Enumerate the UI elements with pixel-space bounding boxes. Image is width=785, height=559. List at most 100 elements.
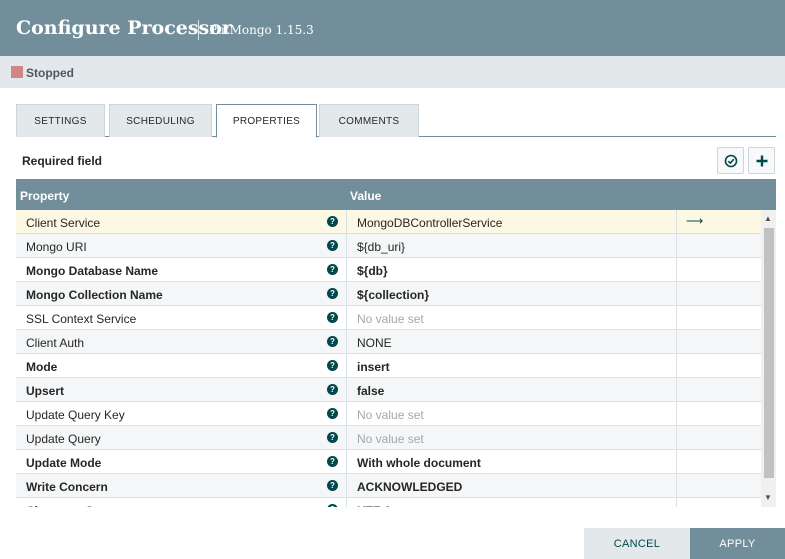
cell-divider: [346, 498, 347, 507]
cancel-button[interactable]: CANCEL: [584, 528, 690, 559]
goto-arrow-icon[interactable]: ⟶: [686, 214, 703, 228]
property-name: Update Query Key: [26, 408, 125, 422]
table-body: Client Service? MongoDBControllerService ⟶…: [16, 210, 761, 507]
cell-divider: [346, 234, 347, 258]
processor-type: PutMongo 1.15.3: [209, 23, 314, 37]
cell-divider: [346, 426, 347, 450]
cell-divider: [346, 330, 347, 354]
cell-divider: [676, 282, 677, 306]
table-row[interactable]: Update Query Key? No value set: [16, 402, 761, 426]
plus-icon: [756, 155, 767, 166]
property-value[interactable]: No value set: [357, 408, 424, 422]
table-row[interactable]: Write Concern? ACKNOWLEDGED: [16, 474, 761, 498]
column-header-value[interactable]: Value: [350, 189, 381, 203]
cell-divider: [676, 306, 677, 330]
property-value[interactable]: ${db}: [357, 264, 388, 278]
cell-divider: [676, 210, 677, 234]
tab-comments[interactable]: COMMENTS: [319, 104, 419, 137]
property-name: Mongo Collection Name: [26, 288, 163, 302]
help-icon[interactable]: ?: [327, 456, 338, 467]
property-name: Client Auth: [26, 336, 85, 350]
cell-divider: [676, 402, 677, 426]
property-name: Mongo Database Name: [26, 264, 159, 278]
help-icon[interactable]: ?: [327, 432, 338, 443]
table-row[interactable]: Client Service? MongoDBControllerService ⟶: [16, 210, 761, 234]
tab-settings[interactable]: SETTINGS: [16, 104, 105, 137]
status-bar: Stopped: [0, 56, 785, 88]
title-separator: [198, 20, 199, 40]
vertical-scrollbar[interactable]: ▲ ▼: [761, 210, 776, 507]
cell-divider: [346, 402, 347, 426]
apply-button[interactable]: APPLY: [690, 528, 785, 559]
cell-divider: [346, 282, 347, 306]
scroll-down-arrow-icon[interactable]: ▼: [764, 493, 772, 502]
help-icon[interactable]: ?: [327, 288, 338, 299]
cell-divider: [346, 210, 347, 234]
property-value[interactable]: With whole document: [357, 456, 481, 470]
cell-divider: [346, 474, 347, 498]
help-icon[interactable]: ?: [327, 336, 338, 347]
property-name: Update Mode: [26, 456, 102, 470]
cell-divider: [676, 234, 677, 258]
property-value[interactable]: UTF-8: [357, 504, 391, 507]
property-name: Character Set: [26, 504, 104, 507]
cell-divider: [676, 450, 677, 474]
help-icon[interactable]: ?: [327, 312, 338, 323]
help-icon[interactable]: ?: [327, 408, 338, 419]
tab-bar: SETTINGS SCHEDULING PROPERTIES COMMENTS: [16, 104, 776, 138]
property-name: Update Query: [26, 432, 101, 446]
column-header-property[interactable]: Property: [20, 189, 69, 203]
tab-scheduling[interactable]: SCHEDULING: [109, 104, 212, 137]
property-value[interactable]: ${db_uri}: [357, 240, 405, 254]
cell-divider: [346, 258, 347, 282]
scroll-up-arrow-icon[interactable]: ▲: [764, 214, 772, 223]
verify-properties-button[interactable]: [717, 147, 744, 174]
property-name: Mongo URI: [26, 240, 87, 254]
help-icon[interactable]: ?: [327, 480, 338, 491]
help-icon[interactable]: ?: [327, 504, 338, 507]
help-icon[interactable]: ?: [327, 264, 338, 275]
property-value[interactable]: insert: [357, 360, 390, 374]
cell-divider: [676, 330, 677, 354]
property-value[interactable]: No value set: [357, 432, 424, 446]
table-row[interactable]: Mongo URI? ${db_uri}: [16, 234, 761, 258]
table-row[interactable]: Character Set? UTF-8: [16, 498, 761, 507]
cell-divider: [346, 354, 347, 378]
tab-properties[interactable]: PROPERTIES: [216, 104, 317, 138]
cell-divider: [346, 378, 347, 402]
table-row[interactable]: Upsert? false: [16, 378, 761, 402]
status-label: Stopped: [26, 66, 74, 80]
table-row[interactable]: Mongo Collection Name? ${collection}: [16, 282, 761, 306]
property-value[interactable]: NONE: [357, 336, 392, 350]
property-value[interactable]: ACKNOWLEDGED: [357, 480, 462, 494]
help-icon[interactable]: ?: [327, 360, 338, 371]
table-row[interactable]: Mode? insert: [16, 354, 761, 378]
cell-divider: [676, 474, 677, 498]
cell-divider: [346, 450, 347, 474]
property-value[interactable]: false: [357, 384, 384, 398]
table-row[interactable]: Update Mode? With whole document: [16, 450, 761, 474]
required-field-legend: Required field: [22, 154, 103, 168]
help-icon[interactable]: ?: [327, 384, 338, 395]
scroll-thumb[interactable]: [764, 228, 774, 478]
property-value[interactable]: No value set: [357, 312, 424, 326]
property-value[interactable]: ${collection}: [357, 288, 429, 302]
help-icon[interactable]: ?: [327, 240, 338, 251]
cell-divider: [676, 426, 677, 450]
property-name: Write Concern: [26, 480, 108, 494]
properties-table: Property Value Client Service? MongoDBCon…: [16, 179, 776, 507]
cell-divider: [676, 378, 677, 402]
table-row[interactable]: Client Auth? NONE: [16, 330, 761, 354]
cell-divider: [676, 258, 677, 282]
help-icon[interactable]: ?: [327, 216, 338, 227]
dialog-header: Configure Processor PutMongo 1.15.3: [0, 0, 785, 56]
add-property-button[interactable]: [748, 147, 775, 174]
table-header: Property Value: [16, 179, 776, 210]
dialog-title: Configure Processor: [16, 17, 232, 39]
table-row[interactable]: Update Query? No value set: [16, 426, 761, 450]
property-value[interactable]: MongoDBControllerService: [357, 216, 502, 230]
table-row[interactable]: SSL Context Service? No value set: [16, 306, 761, 330]
property-name: Client Service: [26, 216, 101, 230]
table-row[interactable]: Mongo Database Name? ${db}: [16, 258, 761, 282]
cell-divider: [676, 354, 677, 378]
